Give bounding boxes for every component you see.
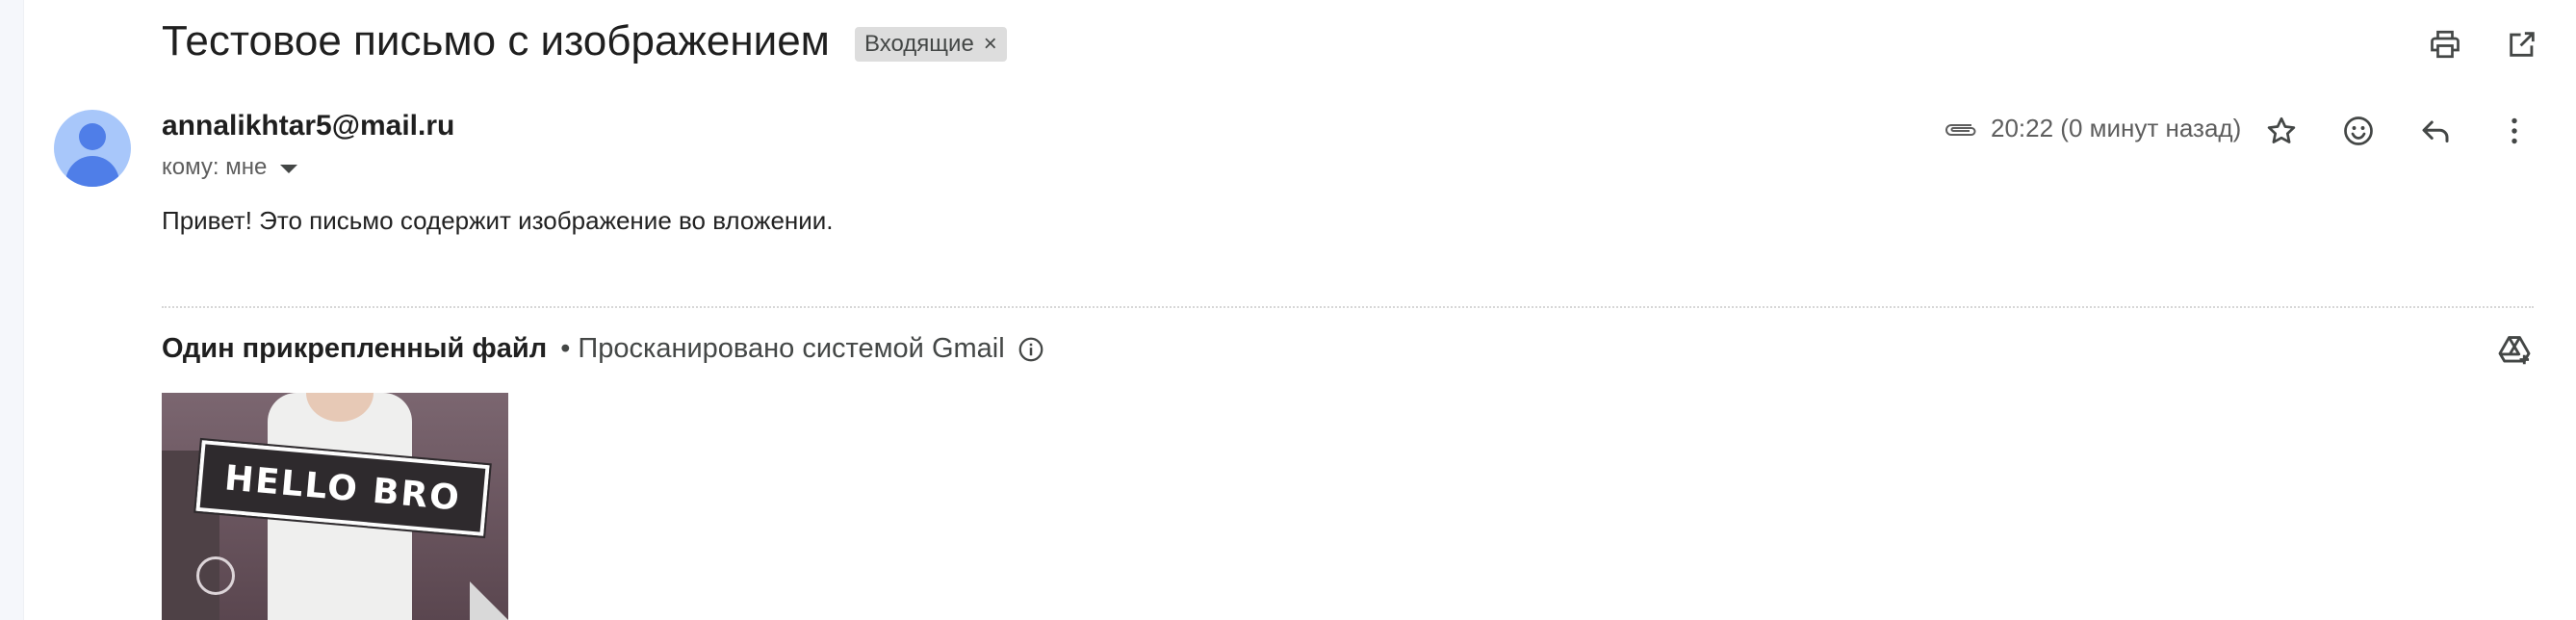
more-vert-icon[interactable] (2491, 108, 2537, 154)
avatar-head (79, 123, 106, 150)
scanned-status: • Просканировано системой Gmail (560, 333, 1005, 364)
add-to-drive-icon[interactable] (2493, 329, 2536, 372)
remove-label-button[interactable]: × (984, 33, 997, 56)
inbox-label-chip[interactable]: Входящие × (855, 27, 1007, 62)
recipient-text: кому: мне (162, 154, 268, 180)
label-chip-text: Входящие (864, 31, 974, 57)
avatar-body (65, 156, 119, 187)
print-icon[interactable] (2424, 23, 2466, 65)
left-rail (0, 0, 24, 620)
emoji-icon[interactable] (2335, 108, 2382, 154)
page-fold-icon (470, 581, 508, 620)
sender-avatar[interactable] (54, 110, 131, 187)
email-time: 20:22 (0 минут назад) (1991, 114, 2242, 142)
recipient-line[interactable]: кому: мне (162, 154, 298, 181)
star-icon[interactable] (2258, 108, 2305, 154)
peace-sign-icon (196, 556, 235, 595)
sender-email[interactable]: annalikhtar5@mail.ru (162, 110, 454, 142)
email-body: Привет! Это письмо содержит изображение … (162, 206, 834, 235)
paperclip-icon (1943, 117, 1977, 141)
email-meta: 20:22 (0 минут назад) (1943, 114, 2241, 143)
attachments-header: Один прикрепленный файл • Просканировано… (162, 333, 1045, 365)
attachment-thumbnail[interactable]: HELLO BRO (162, 393, 508, 620)
attachment-count: Один прикрепленный файл (162, 333, 548, 364)
open-in-new-icon[interactable] (2501, 23, 2543, 65)
info-icon[interactable] (1017, 335, 1045, 364)
attachment-divider (162, 306, 2534, 308)
reply-icon[interactable] (2412, 108, 2459, 154)
email-subject: Тестовое письмо с изображением (162, 17, 830, 65)
chevron-down-icon[interactable] (280, 164, 298, 173)
